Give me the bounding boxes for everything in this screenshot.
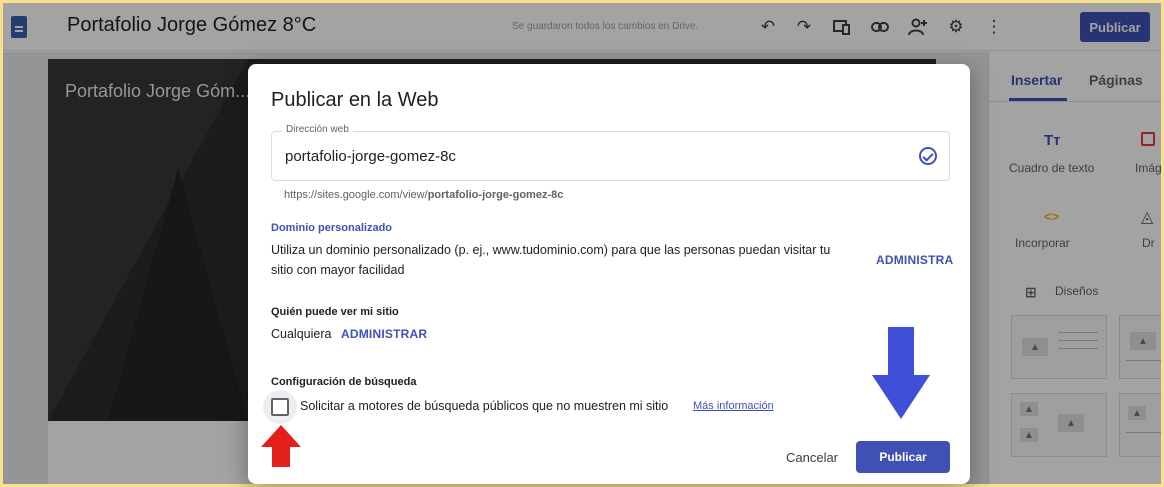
web-address-label: Dirección web [282, 124, 353, 135]
manage-visibility-button[interactable]: ADMINISTRAR [341, 327, 427, 341]
more-info-link[interactable]: Más información [693, 400, 774, 412]
full-url-prefix: https://sites.google.com/view/ [284, 189, 428, 201]
check-circle-icon [919, 147, 937, 165]
custom-domain-text-line2: sitio con mayor facilidad [271, 263, 405, 277]
dialog-title: Publicar en la Web [271, 89, 439, 111]
hide-from-search-label[interactable]: Solicitar a motores de búsqueda públicos… [300, 399, 668, 413]
custom-domain-text-line1: Utiliza un dominio personalizado (p. ej.… [271, 243, 831, 257]
custom-domain-title: Dominio personalizado [271, 222, 393, 234]
web-address-field[interactable]: Dirección web portafolio-jorge-gomez-8c [271, 124, 950, 181]
full-url-slug: portafolio-jorge-gomez-8c [427, 189, 564, 201]
cancel-button[interactable]: Cancelar [776, 442, 848, 472]
publish-button[interactable]: Publicar [856, 441, 950, 473]
custom-domain-description: Utiliza un dominio personalizado (p. ej.… [271, 240, 871, 280]
publish-dialog: Publicar en la Web Dirección web portafo… [248, 64, 970, 484]
full-site-url: https://sites.google.com/view/portafolio… [284, 189, 563, 201]
search-config-title: Configuración de búsqueda [271, 376, 417, 388]
red-arrow-up-icon [261, 425, 301, 467]
who-can-see-value: Cualquiera [271, 327, 332, 341]
hide-from-search-checkbox[interactable] [271, 398, 289, 416]
who-can-see-title: Quién puede ver mi sitio [271, 306, 399, 318]
web-address-value[interactable]: portafolio-jorge-gomez-8c [285, 148, 456, 165]
manage-domain-button[interactable]: ADMINISTRA [876, 253, 953, 267]
blue-arrow-down-icon [872, 327, 930, 419]
